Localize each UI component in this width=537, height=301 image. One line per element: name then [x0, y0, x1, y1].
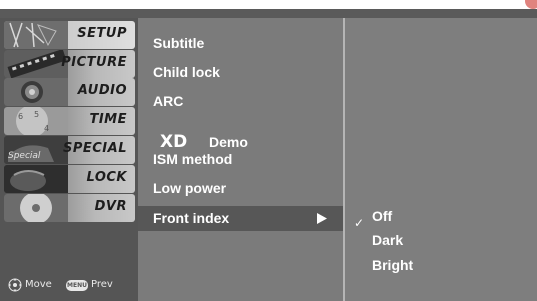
svg-text:6: 6 — [18, 112, 23, 121]
category-label: LOCK — [86, 170, 127, 185]
menu-key-badge: MENU — [66, 280, 88, 291]
option-child-lock[interactable]: Child lock — [153, 64, 220, 80]
category-label: DVR — [94, 199, 127, 214]
speaker-icon — [4, 78, 68, 106]
svg-text:5: 5 — [34, 110, 39, 119]
category-special[interactable]: Special SPECIAL — [4, 136, 135, 164]
category-setup[interactable]: SETUP — [4, 21, 135, 49]
option-front-index[interactable]: Front index — [138, 206, 343, 231]
category-label: SPECIAL — [63, 141, 127, 156]
option-front-index-label: Front index — [153, 210, 230, 226]
category-time[interactable]: 6 5 4 TIME — [4, 107, 135, 135]
category-menu: SETUP PICTURE AUDIO 6 5 4 TIME Special S… — [0, 18, 138, 301]
checkmark-icon: ✓ — [354, 216, 365, 230]
category-picture[interactable]: PICTURE — [4, 50, 135, 78]
osd-top-strip — [0, 9, 537, 18]
category-label: TIME — [89, 112, 127, 127]
special-badge-icon: Special — [4, 136, 68, 164]
lock-icon — [4, 165, 68, 193]
front-index-options: ✓ Off Dark Bright — [345, 18, 537, 301]
setup-option-list: Subtitle Child lock ARC XD Demo ISM meth… — [138, 18, 343, 301]
xd-logo-text: XD — [160, 133, 187, 149]
setup-thumbnail-icon — [4, 21, 68, 49]
option-low-power[interactable]: Low power — [153, 180, 226, 196]
category-dvr[interactable]: DVR — [4, 194, 135, 222]
category-label: PICTURE — [61, 55, 127, 70]
sub-option-bright[interactable]: Bright — [372, 257, 413, 273]
category-label: AUDIO — [77, 83, 127, 98]
svg-text:4: 4 — [44, 124, 49, 133]
hint-prev-label: Prev — [91, 279, 113, 290]
option-xd-demo[interactable]: Demo — [209, 134, 248, 150]
page-corner-marker — [525, 0, 537, 9]
clock-icon: 6 5 4 — [4, 107, 68, 135]
option-arc[interactable]: ARC — [153, 93, 183, 109]
navigation-hint-bar: Move MENU Prev — [4, 278, 136, 294]
disc-icon — [4, 194, 68, 222]
film-strip-icon — [4, 50, 68, 78]
category-audio[interactable]: AUDIO — [4, 78, 135, 106]
sub-option-off[interactable]: Off — [372, 208, 392, 224]
option-subtitle[interactable]: Subtitle — [153, 35, 204, 51]
category-label: SETUP — [77, 26, 127, 41]
move-dpad-icon — [8, 278, 22, 292]
option-ism-method[interactable]: ISM method — [153, 151, 232, 167]
xd-logo: XD — [160, 133, 187, 149]
right-triangle-icon — [317, 213, 327, 224]
hint-move-label: Move — [25, 279, 52, 290]
special-art-text: Special — [8, 151, 41, 161]
sub-option-dark[interactable]: Dark — [372, 232, 403, 248]
category-lock[interactable]: LOCK — [4, 165, 135, 193]
